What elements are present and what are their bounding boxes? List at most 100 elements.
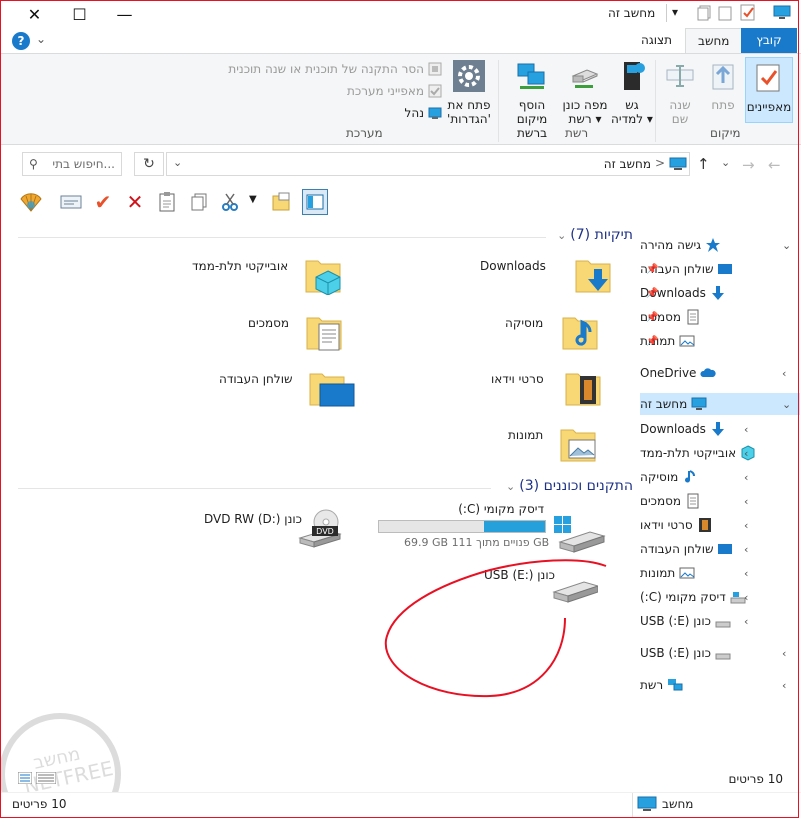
details-view-icon[interactable] — [18, 772, 32, 784]
nav-qa-desktop[interactable]: שולחן העבודה 📌 — [640, 258, 800, 280]
shell-button[interactable] — [18, 189, 44, 215]
nav-label: Downloads — [640, 422, 706, 436]
system-properties-button[interactable]: מאפייני מערכת — [326, 84, 442, 98]
nav-pc-documents[interactable]: › מסמכים — [640, 490, 800, 512]
expand-chevron-icon[interactable]: › — [744, 471, 748, 484]
3d-objects-folder-icon — [304, 255, 342, 296]
email-button[interactable] — [58, 189, 84, 215]
access-media-button[interactable]: גש למדיה ▾ — [610, 60, 654, 126]
large-icons-view-icon[interactable] — [36, 772, 56, 784]
drive-dvd[interactable]: כונן DVD RW (D:) DVD — [200, 508, 342, 552]
rename-icon — [666, 65, 694, 87]
folder-desktop[interactable]: שולחן העבודה — [219, 368, 355, 408]
folder-videos[interactable]: סרטי וידאו — [491, 368, 602, 408]
nav-pc-pictures[interactable]: › תמונות — [640, 562, 800, 584]
film-icon — [698, 518, 711, 532]
maximize-button[interactable]: ☐ — [57, 0, 102, 28]
properties-button[interactable]: מאפיינים — [745, 57, 793, 123]
help-icon[interactable]: ? — [12, 32, 30, 50]
ribbon-expand-chevron-icon[interactable]: ⌄ — [36, 32, 46, 46]
folder-pictures[interactable]: תמונות — [508, 424, 597, 464]
up-arrow-icon[interactable]: ↑ — [697, 155, 710, 173]
nav-onedrive[interactable]: › OneDrive — [640, 362, 800, 384]
delete-button[interactable]: ✕ — [122, 189, 148, 215]
expand-chevron-icon[interactable]: ⌄ — [782, 239, 791, 252]
access-media-label-1: גש — [625, 98, 639, 112]
expand-chevron-icon[interactable]: › — [782, 367, 786, 380]
copy-qat-icon[interactable] — [697, 5, 711, 21]
dropdown-arrow-icon[interactable]: ▼ — [249, 194, 257, 205]
preview-pane-button[interactable] — [302, 189, 328, 215]
expand-chevron-icon[interactable]: › — [744, 615, 748, 628]
folder-3d-objects[interactable]: אובייקטי תלת-ממד — [192, 255, 342, 296]
nav-network[interactable]: › רשת — [640, 674, 800, 696]
paste-qat-icon[interactable] — [718, 5, 732, 21]
tab-view[interactable]: תצוגה — [629, 28, 684, 53]
expand-chevron-icon[interactable]: › — [744, 495, 748, 508]
nav-usb[interactable]: › כונן (E:) USB — [640, 642, 800, 664]
documents-folder-icon — [305, 312, 343, 352]
expand-chevron-icon[interactable]: › — [744, 447, 748, 460]
add-network-location-button[interactable]: הוסף מיקום ברשת — [503, 60, 561, 140]
nav-qa-downloads[interactable]: Downloads 📌 — [640, 282, 800, 304]
recent-locations-chevron-icon[interactable]: ⌄ — [721, 156, 730, 169]
nav-label: מחשב זה — [640, 397, 688, 411]
drives-section-header[interactable]: התקנים וכוננים (3)⌄ — [506, 478, 633, 494]
uninstall-button[interactable]: הסר התקנה של תוכנית או שנה תוכנית — [226, 62, 442, 76]
open-button[interactable]: פתח — [703, 60, 743, 112]
check-button[interactable]: ✔ — [90, 189, 116, 215]
address-dropdown-icon[interactable]: ⌄ — [173, 156, 182, 169]
paste-button[interactable] — [154, 189, 180, 215]
new-folder-button[interactable] — [268, 189, 294, 215]
nav-pc-desktop[interactable]: › שולחן העבודה — [640, 538, 800, 560]
expand-chevron-icon[interactable]: › — [782, 679, 786, 692]
nav-pc-usb[interactable]: › כונן (E:) USB — [640, 610, 800, 632]
drive-usage-fill — [484, 521, 545, 532]
nav-this-pc[interactable]: ⌄ מחשב זה — [640, 393, 800, 415]
properties-qat-icon[interactable] — [740, 4, 756, 21]
expand-chevron-icon[interactable]: › — [782, 647, 786, 660]
address-bar[interactable]: > מחשב זה ⌄ — [166, 152, 690, 176]
collapse-chevron-icon[interactable]: ⌄ — [782, 398, 791, 411]
tab-file[interactable]: קובץ — [741, 28, 797, 53]
manage-button[interactable]: נהל — [380, 106, 442, 120]
folder-music[interactable]: מוסיקה — [505, 312, 599, 352]
expand-chevron-icon[interactable]: › — [744, 519, 748, 532]
folder-downloads[interactable]: Downloads — [480, 255, 612, 295]
rename-label-2: שם — [671, 112, 689, 126]
nav-pc-downloads[interactable]: › Downloads — [640, 418, 800, 440]
copy-button[interactable] — [186, 189, 212, 215]
document-icon — [687, 493, 699, 509]
nav-label: כונן (E:) USB — [640, 614, 711, 628]
nav-label: מסמכים — [640, 494, 682, 508]
back-arrow-icon[interactable]: ← — [768, 156, 781, 174]
folder-documents[interactable]: מסמכים — [248, 312, 343, 352]
search-box[interactable]: ⚲ חיפוש בתי... — [22, 152, 122, 176]
nav-quick-access[interactable]: ⌄ גישה מהירה — [640, 234, 800, 256]
expand-chevron-icon[interactable]: › — [744, 567, 748, 580]
map-drive-button[interactable]: מפה כונן רשת ▾ — [562, 60, 608, 126]
cut-button[interactable] — [217, 189, 243, 215]
nav-pc-local-disk[interactable]: › דיסק מקומי (C:) — [640, 586, 800, 608]
drive-c[interactable]: דיסק מקומי (C:) 69.9 GB פנויים מתוך 111 … — [376, 502, 608, 554]
minimize-button[interactable]: — — [102, 0, 147, 28]
monitor-icon — [691, 397, 707, 410]
expand-chevron-icon[interactable]: › — [744, 591, 748, 604]
nav-qa-pictures[interactable]: תמונות 📌 — [640, 330, 800, 352]
tab-computer[interactable]: מחשב — [685, 28, 743, 53]
nav-label: רשת — [640, 678, 664, 692]
section-divider — [18, 237, 546, 238]
open-settings-button[interactable]: פתח את 'הגדרות' — [446, 60, 492, 126]
refresh-button[interactable]: ↻ — [134, 152, 164, 176]
nav-qa-documents[interactable]: מסמכים 📌 — [640, 306, 800, 328]
close-button[interactable]: ✕ — [12, 0, 57, 28]
rename-button[interactable]: שנה שם — [660, 60, 700, 126]
nav-pc-3d-objects[interactable]: › אובייקטי תלת-ממד — [640, 442, 800, 464]
forward-arrow-icon[interactable]: → — [742, 156, 755, 174]
nav-pc-videos[interactable]: › סרטי וידאו — [640, 514, 800, 536]
nav-pc-music[interactable]: › מוסיקה — [640, 466, 800, 488]
qat-dropdown-icon[interactable]: ▾ — [672, 5, 678, 19]
folders-section-header[interactable]: תיקיות (7)⌄ — [557, 227, 633, 243]
expand-chevron-icon[interactable]: › — [744, 543, 748, 556]
expand-chevron-icon[interactable]: › — [744, 423, 748, 436]
